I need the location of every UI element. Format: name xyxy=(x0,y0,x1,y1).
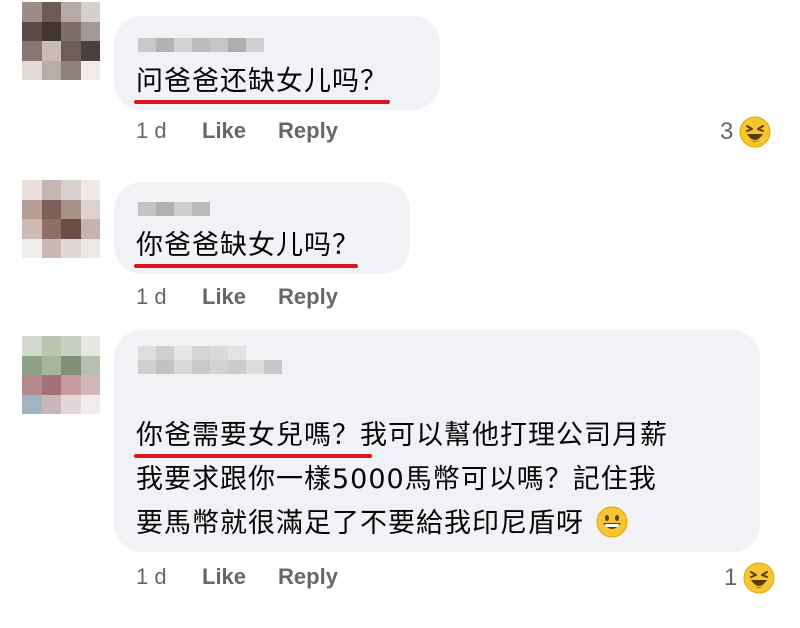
comment-text-line-3-text: 要馬幣就很滿足了不要給我印尼盾呀 xyxy=(136,508,584,539)
avatar[interactable] xyxy=(22,336,100,414)
reply-button[interactable]: Reply xyxy=(278,118,338,144)
reply-button[interactable]: Reply xyxy=(278,564,338,590)
comment-actions: 1 d Like Reply xyxy=(136,118,370,144)
like-button[interactable]: Like xyxy=(202,284,246,310)
author-name-redacted[interactable] xyxy=(138,202,210,216)
reaction-summary[interactable]: 1 xyxy=(724,562,775,594)
comment-text-line-3: 要馬幣就很滿足了不要給我印尼盾呀 xyxy=(136,504,628,544)
comment-text-line-2: 我要求跟你一樣5000馬幣可以嗎？記住我 xyxy=(136,464,657,495)
comment-1: 问爸爸还缺女儿吗？ 1 d Like Reply 3 xyxy=(0,0,800,160)
comment-2: 你爸爸缺女儿吗？ 1 d Like Reply xyxy=(0,170,800,320)
highlight-underline xyxy=(134,454,372,458)
reply-button[interactable]: Reply xyxy=(278,284,338,310)
timestamp[interactable]: 1 d xyxy=(136,564,202,590)
author-name-redacted[interactable] xyxy=(138,38,264,52)
comment-text-line-1: 你爸需要女兒嗎？我可以幫他打理公司月薪 xyxy=(136,420,668,451)
comment-actions: 1 d Like Reply xyxy=(136,564,370,590)
highlight-underline xyxy=(134,264,358,268)
author-name-redacted[interactable] xyxy=(138,346,282,374)
reaction-count: 1 xyxy=(724,564,738,591)
comment-3: 你爸需要女兒嗎？我可以幫他打理公司月薪 我要求跟你一樣5000馬幣可以嗎？記住我… xyxy=(0,320,800,620)
comment-actions: 1 d Like Reply xyxy=(136,284,370,310)
comment-bubble: 你爸爸缺女儿吗？ xyxy=(114,182,410,274)
avatar[interactable] xyxy=(22,2,100,80)
highlight-underline xyxy=(134,100,390,104)
laughing-emoji-icon xyxy=(743,562,775,594)
timestamp[interactable]: 1 d xyxy=(136,284,202,310)
like-button[interactable]: Like xyxy=(202,118,246,144)
laughing-emoji-icon xyxy=(739,116,771,148)
reaction-count: 3 xyxy=(720,118,734,145)
like-button[interactable]: Like xyxy=(202,564,246,590)
comment-text: 你爸爸缺女儿吗？ xyxy=(136,230,360,261)
comment-bubble: 问爸爸还缺女儿吗？ xyxy=(114,16,440,110)
grinning-emoji-icon xyxy=(596,506,628,538)
timestamp[interactable]: 1 d xyxy=(136,118,202,144)
comment-text: 问爸爸还缺女儿吗？ xyxy=(136,66,388,97)
reaction-summary[interactable]: 3 xyxy=(720,116,771,148)
comment-bubble: 你爸需要女兒嗎？我可以幫他打理公司月薪 我要求跟你一樣5000馬幣可以嗎？記住我… xyxy=(114,330,760,552)
avatar[interactable] xyxy=(22,180,100,258)
